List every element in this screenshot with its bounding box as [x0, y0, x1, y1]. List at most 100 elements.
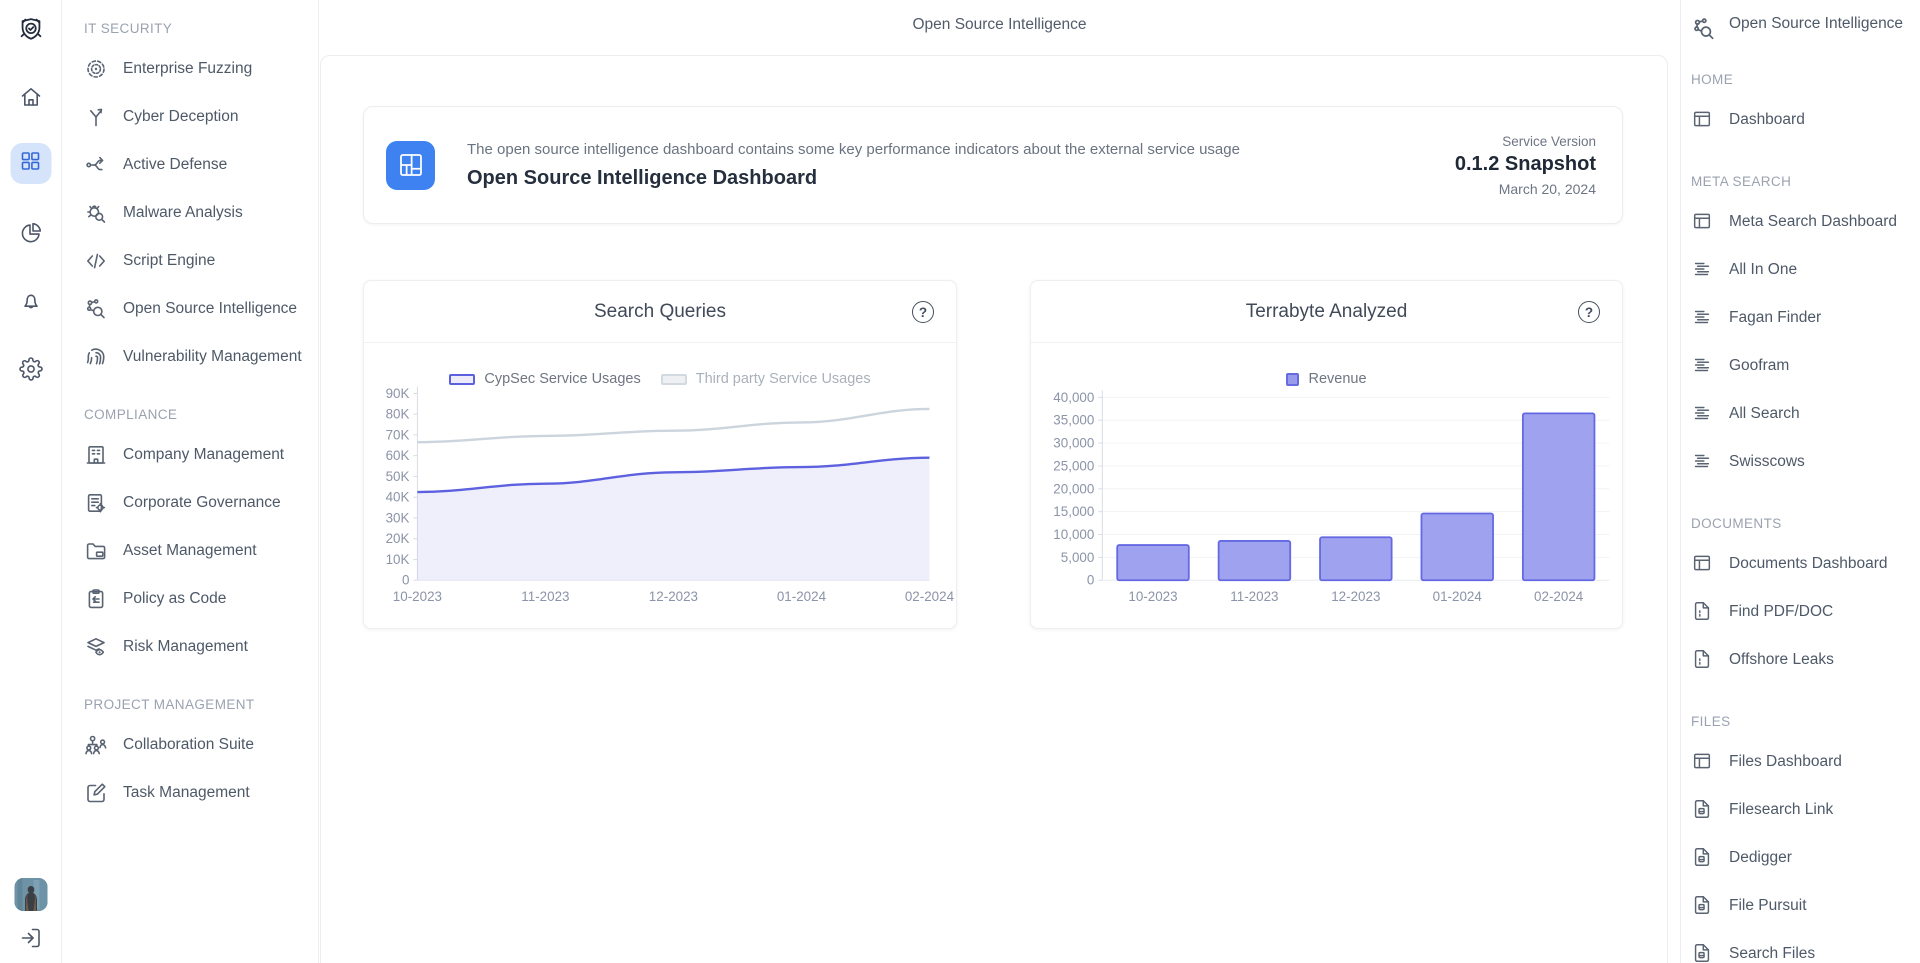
- page-title: Open Source Intelligence: [319, 16, 1680, 34]
- section-header-it-security: IT SECURITY: [84, 21, 308, 37]
- sidebar-item-asset-management[interactable]: Asset Management: [84, 527, 308, 575]
- sidebar-item-label: Company Management: [123, 446, 284, 464]
- layers-eye-icon: [84, 635, 108, 659]
- sidebar-item-label: Collaboration Suite: [123, 736, 254, 754]
- file-doc-icon: [1691, 648, 1715, 672]
- sidebar-item-label: Cyber Deception: [123, 108, 238, 126]
- app-logo[interactable]: [17, 16, 44, 48]
- rightbar-item-label: Meta Search Dashboard: [1729, 213, 1897, 231]
- sidebar-item-label: Active Defense: [123, 156, 227, 174]
- section-header-meta-search: META SEARCH: [1691, 174, 1912, 190]
- network-search-icon: [84, 297, 108, 321]
- sidebar-item-task-management[interactable]: Task Management: [84, 769, 308, 817]
- sidebar-item-label: Corporate Governance: [123, 494, 281, 512]
- rightbar-item-swisscows[interactable]: Swisscows: [1691, 438, 1912, 486]
- bar-chart: 05,00010,00015,00020,00025,00030,00035,0…: [1031, 281, 1622, 628]
- logout-icon: [19, 926, 43, 955]
- rail-item-notifications[interactable]: [19, 289, 43, 318]
- folder-icon: [84, 539, 108, 563]
- banner-description: The open source intelligence dashboard c…: [467, 141, 1455, 158]
- sidebar-item-corporate-governance[interactable]: Corporate Governance: [84, 479, 308, 527]
- rightbar-item-search-files[interactable]: Search Files: [1691, 930, 1912, 963]
- target-fuzz-icon: [84, 57, 108, 81]
- logout-button[interactable]: [19, 926, 43, 955]
- rightbar-item-label: Dashboard: [1729, 111, 1805, 129]
- content-container: The open source intelligence dashboard c…: [320, 55, 1668, 963]
- sidebar-item-label: Vulnerability Management: [123, 348, 302, 366]
- window-icon: [1691, 552, 1715, 576]
- rightbar-item-filesearch-link[interactable]: Filesearch Link: [1691, 786, 1912, 834]
- gear-icon: [19, 357, 43, 386]
- list-lines-icon: [1691, 306, 1715, 330]
- svg-text:11-2023: 11-2023: [521, 589, 569, 604]
- sidebar-item-company-management[interactable]: Company Management: [84, 431, 308, 479]
- svg-text:12-2023: 12-2023: [649, 589, 698, 604]
- user-avatar[interactable]: [14, 878, 47, 911]
- sidebar-item-label: Risk Management: [123, 638, 248, 656]
- rightbar-item-label: Filesearch Link: [1729, 801, 1833, 819]
- service-version-block: Service Version 0.1.2 Snapshot March 20,…: [1455, 134, 1596, 197]
- svg-text:0: 0: [1087, 573, 1094, 588]
- rightbar-item-files-dashboard[interactable]: Files Dashboard: [1691, 738, 1912, 786]
- terrabyte-analyzed-card: Terrabyte Analyzed ? Revenue 05,00010,00…: [1030, 280, 1623, 629]
- svg-text:35,000: 35,000: [1053, 413, 1094, 428]
- sidebar-item-label: Enterprise Fuzzing: [123, 60, 252, 78]
- rightbar-item-offshore-leaks[interactable]: Offshore Leaks: [1691, 636, 1912, 684]
- rightbar-item-label: Files Dashboard: [1729, 753, 1842, 771]
- rightbar-item-file-pursuit[interactable]: File Pursuit: [1691, 882, 1912, 930]
- svg-text:30K: 30K: [386, 510, 410, 525]
- svg-text:15,000: 15,000: [1053, 504, 1094, 519]
- fingerprint-icon: [84, 345, 108, 369]
- rightbar-item-all-in-one[interactable]: All In One: [1691, 246, 1912, 294]
- share-flow-icon: [84, 153, 108, 177]
- rightbar-item-label: Offshore Leaks: [1729, 651, 1834, 669]
- rightbar-item-dashboard[interactable]: Dashboard: [1691, 96, 1912, 144]
- sidebar-item-script-engine[interactable]: Script Engine: [84, 237, 308, 285]
- rightbar-item-documents-dashboard[interactable]: Documents Dashboard: [1691, 540, 1912, 588]
- people-icon: [84, 733, 108, 757]
- network-search-icon: [1691, 16, 1717, 42]
- file-doc-icon: [1691, 600, 1715, 624]
- rightbar-item-meta-search-dashboard[interactable]: Meta Search Dashboard: [1691, 198, 1912, 246]
- sidebar-item-active-defense[interactable]: Active Defense: [84, 141, 308, 189]
- rightbar-item-goofram[interactable]: Goofram: [1691, 342, 1912, 390]
- clipboard-arrow-icon: [84, 587, 108, 611]
- sidebar-item-cyber-deception[interactable]: Cyber Deception: [84, 93, 308, 141]
- layout-dashboard-icon: [386, 141, 435, 190]
- sidebar-item-open-source-intelligence[interactable]: Open Source Intelligence: [84, 285, 308, 333]
- fork-arrow-icon: [84, 105, 108, 129]
- right-sidebar-title: Open Source Intelligence: [1691, 14, 1912, 42]
- rightbar-item-find-pdf-doc[interactable]: Find PDF/DOC: [1691, 588, 1912, 636]
- sidebar-item-malware-analysis[interactable]: Malware Analysis: [84, 189, 308, 237]
- sidebar-item-enterprise-fuzzing[interactable]: Enterprise Fuzzing: [84, 45, 308, 93]
- banner-text: The open source intelligence dashboard c…: [467, 141, 1455, 190]
- pie-chart-icon: [19, 221, 43, 250]
- svg-text:25,000: 25,000: [1053, 458, 1094, 473]
- sidebar-item-risk-management[interactable]: Risk Management: [84, 623, 308, 671]
- svg-text:02-2024: 02-2024: [905, 589, 955, 604]
- main-content: Open Source Intelligence The open source…: [319, 0, 1680, 963]
- apps-grid-icon: [19, 149, 43, 178]
- rightbar-item-fagan-finder[interactable]: Fagan Finder: [1691, 294, 1912, 342]
- bell-icon: [19, 289, 43, 318]
- rail-item-apps[interactable]: [10, 143, 51, 184]
- section-header-compliance: COMPLIANCE: [84, 407, 308, 423]
- version-date: March 20, 2024: [1455, 181, 1596, 197]
- search-queries-card: Search Queries ? CypSec Service UsagesTh…: [363, 280, 957, 629]
- rightbar-item-all-search[interactable]: All Search: [1691, 390, 1912, 438]
- svg-text:10K: 10K: [386, 552, 410, 567]
- sidebar-item-vulnerability-management[interactable]: Vulnerability Management: [84, 333, 308, 381]
- rail-item-analytics[interactable]: [19, 221, 43, 250]
- rightbar-item-label: File Pursuit: [1729, 897, 1807, 915]
- section-header-home: HOME: [1691, 72, 1912, 88]
- rightbar-item-dedigger[interactable]: Dedigger: [1691, 834, 1912, 882]
- section-header-files: FILES: [1691, 714, 1912, 730]
- rail-item-home[interactable]: [19, 85, 43, 114]
- rail-item-settings[interactable]: [19, 357, 43, 386]
- rightbar-item-label: All In One: [1729, 261, 1797, 279]
- sidebar-item-policy-as-code[interactable]: Policy as Code: [84, 575, 308, 623]
- right-sidebar-title-text: Open Source Intelligence: [1729, 14, 1903, 34]
- sidebar-item-label: Asset Management: [123, 542, 257, 560]
- svg-text:20,000: 20,000: [1053, 481, 1094, 496]
- sidebar-item-collaboration-suite[interactable]: Collaboration Suite: [84, 721, 308, 769]
